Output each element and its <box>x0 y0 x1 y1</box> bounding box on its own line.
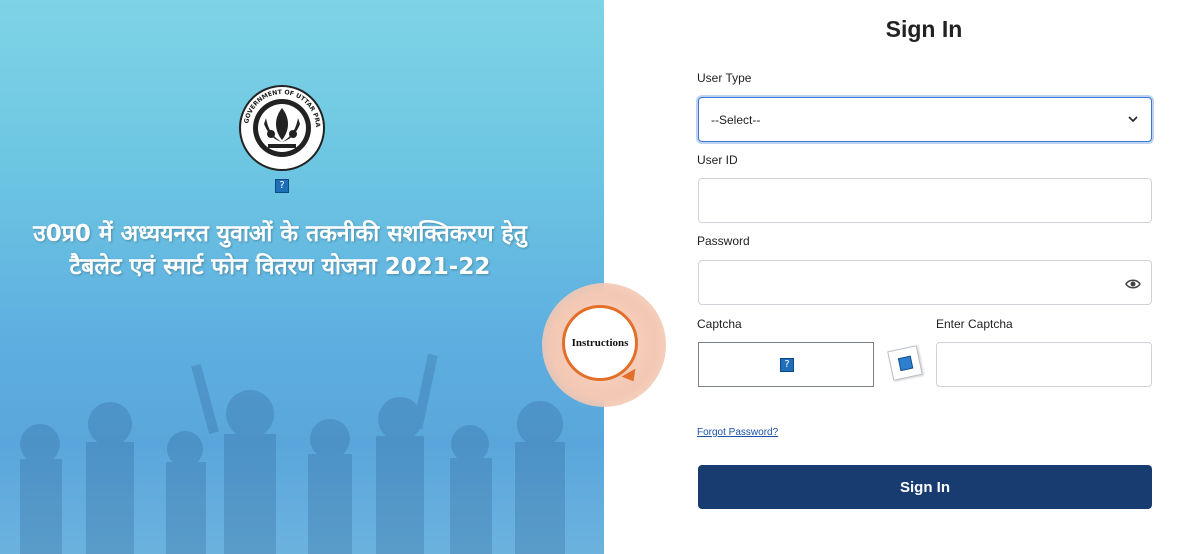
user-type-value: --Select-- <box>711 112 761 127</box>
signin-button[interactable]: Sign In <box>698 465 1152 509</box>
forgot-password-link[interactable]: Forgot Password? <box>697 427 778 438</box>
refresh-captcha-button[interactable] <box>887 345 923 381</box>
user-type-select[interactable]: --Select-- <box>698 97 1152 142</box>
scheme-title: उ0प्र0 में अध्ययनरत युवाओं के तकनीकी सशक… <box>20 218 540 284</box>
refresh-icon <box>897 355 914 372</box>
scheme-title-line-1: उ0प्र0 में अध्ययनरत युवाओं के तकनीकी सशक… <box>33 221 527 247</box>
login-page: GOVERNMENT OF UTTAR PRADESH ? उ0प्र0 में… <box>0 0 1200 554</box>
user-id-label: User ID <box>697 153 738 167</box>
password-input[interactable] <box>698 260 1152 305</box>
eye-icon[interactable] <box>1125 277 1141 291</box>
signin-title: Sign In <box>885 16 963 42</box>
crowd-silhouette <box>20 353 565 554</box>
hero-banner: GOVERNMENT OF UTTAR PRADESH ? उ0प्र0 में… <box>0 0 604 554</box>
user-id-input[interactable] <box>698 178 1152 223</box>
enter-captcha-label: Enter Captcha <box>936 317 1013 331</box>
captcha-input[interactable] <box>936 342 1152 387</box>
broken-image-icon: ? <box>275 179 289 193</box>
captcha-label: Captcha <box>697 317 742 331</box>
up-government-emblem: GOVERNMENT OF UTTAR PRADESH <box>238 84 325 171</box>
signin-panel: Sign In User Type --Select-- User ID Pas… <box>604 0 1200 554</box>
captcha-broken-image-icon: ? <box>780 358 794 372</box>
chevron-down-icon <box>1128 116 1138 123</box>
password-label: Password <box>697 234 750 248</box>
captcha-image: ? <box>698 342 874 387</box>
user-type-label: User Type <box>697 71 752 85</box>
scheme-title-line-2: टैबलेट एवं स्मार्ट फोन वितरण योजना 2021-… <box>69 254 491 280</box>
